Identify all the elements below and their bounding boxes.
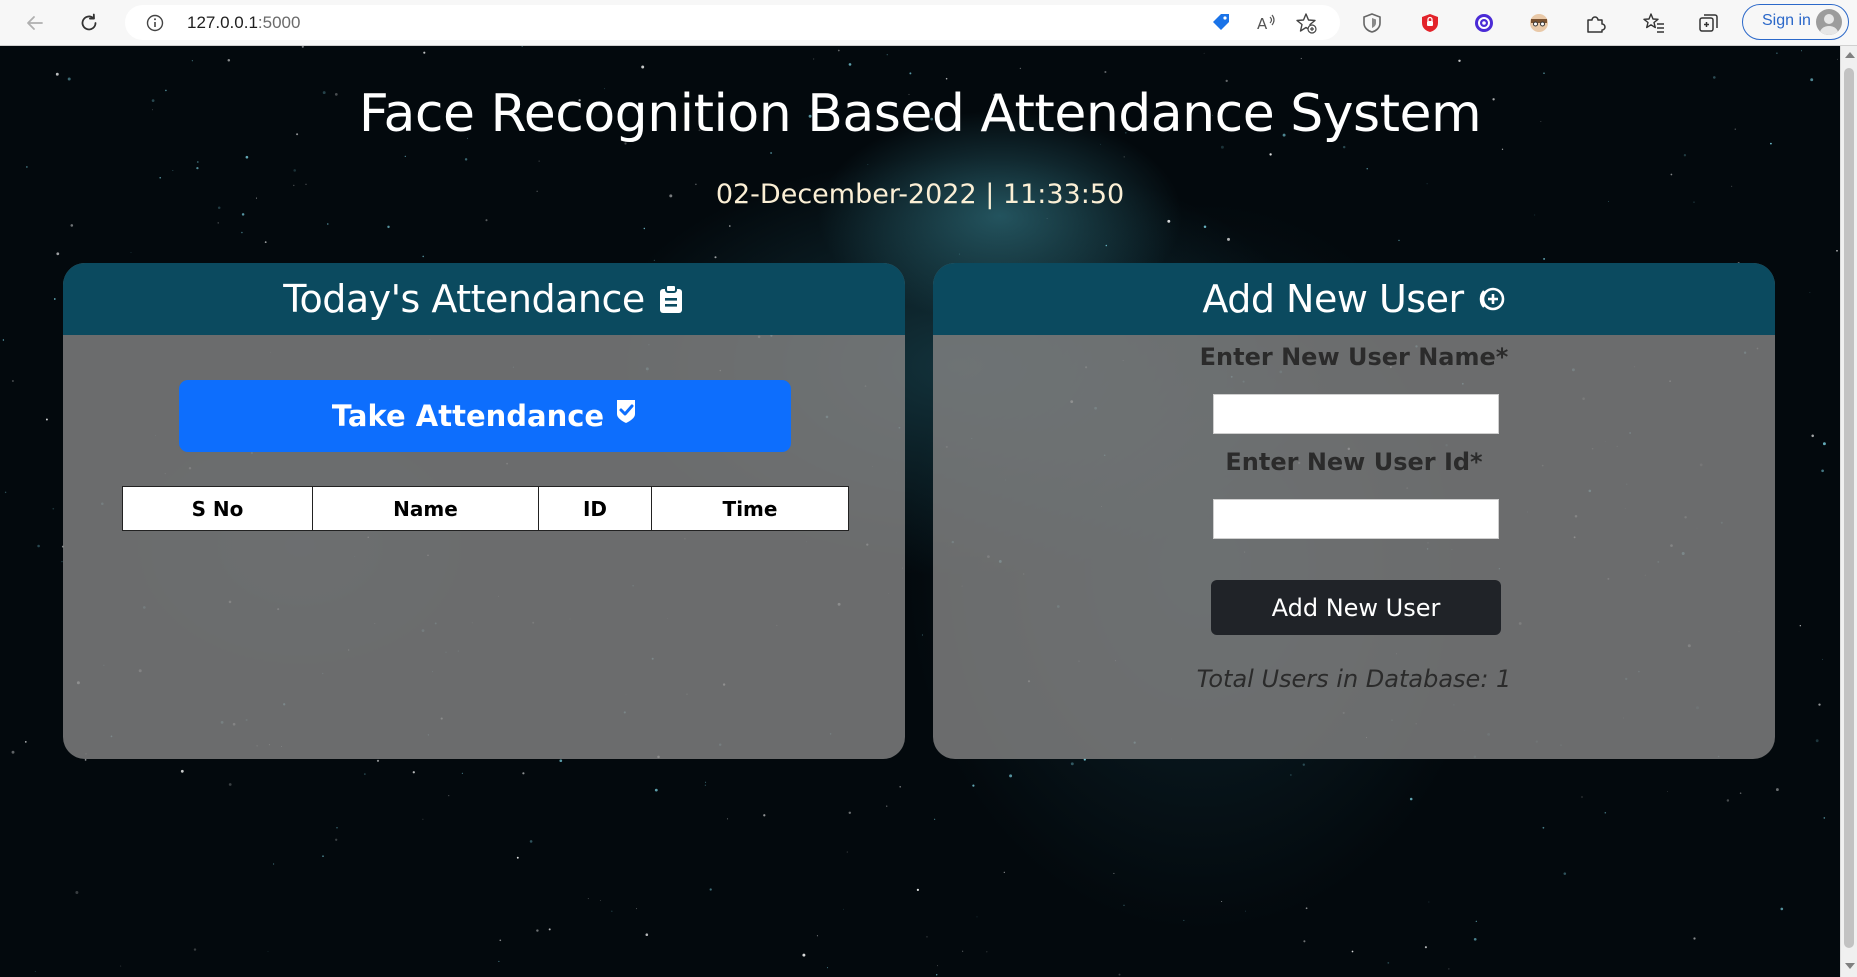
total-users-text: Total Users in Database: 1	[1196, 665, 1512, 693]
url-text[interactable]: 127.0.0.1:5000	[187, 13, 300, 33]
info-icon[interactable]	[146, 14, 164, 32]
check-badge-icon	[617, 400, 636, 423]
scroll-up-arrow-icon[interactable]	[1845, 52, 1855, 58]
user-id-input[interactable]	[1213, 499, 1499, 539]
extensions-icon[interactable]	[1583, 11, 1607, 35]
browser-toolbar: 127.0.0.1:5000 A Sign in	[0, 0, 1857, 46]
page-title: Face Recognition Based Attendance System	[358, 84, 1482, 144]
column-header-sno: S No	[122, 486, 313, 531]
column-header-id: ID	[538, 486, 652, 531]
take-attendance-button[interactable]: Take Attendance	[179, 380, 791, 452]
face-extension-icon[interactable]	[1527, 11, 1551, 35]
clipboard-icon	[659, 284, 682, 313]
favorites-icon[interactable]	[1642, 11, 1666, 35]
sign-in-button[interactable]: Sign in	[1742, 4, 1849, 40]
url-port: :5000	[257, 13, 301, 32]
plus-circle-icon	[1479, 287, 1504, 311]
arrow-left-icon	[27, 16, 43, 30]
attendance-table: S No Name ID Time	[122, 486, 849, 531]
collections-icon[interactable]	[1697, 11, 1721, 35]
vertical-scrollbar[interactable]	[1840, 46, 1857, 977]
reload-button[interactable]	[74, 8, 104, 38]
add-user-card: Add New User Enter New User Name* Enter …	[933, 263, 1775, 759]
column-header-time: Time	[651, 486, 849, 531]
user-name-label: Enter New User Name*	[1199, 343, 1509, 371]
table-header-row: S No Name ID Time	[122, 486, 849, 531]
user-name-input[interactable]	[1213, 394, 1499, 434]
reload-icon	[81, 13, 97, 31]
add-user-card-title: Add New User	[1202, 277, 1464, 321]
attendance-card-title: Today's Attendance	[283, 277, 645, 321]
scroll-thumb[interactable]	[1844, 68, 1854, 948]
column-header-name: Name	[312, 486, 539, 531]
shield-extension-icon[interactable]	[1360, 11, 1384, 35]
sign-in-label: Sign in	[1762, 12, 1811, 29]
add-user-card-header: Add New User	[933, 263, 1775, 335]
back-button[interactable]	[20, 8, 50, 38]
page-background: Face Recognition Based Attendance System…	[0, 46, 1840, 977]
favorite-add-icon[interactable]	[1295, 12, 1317, 34]
take-attendance-label: Take Attendance	[331, 399, 605, 433]
attendance-card-header: Today's Attendance	[63, 263, 905, 335]
tag-icon[interactable]	[1210, 12, 1232, 34]
attendance-card: Today's Attendance Take Attendance S No …	[63, 263, 905, 759]
add-new-user-button[interactable]: Add New User	[1211, 580, 1501, 635]
scroll-down-arrow-icon[interactable]	[1845, 963, 1855, 969]
svg-text:A: A	[1257, 15, 1268, 33]
adblock-extension-icon[interactable]	[1418, 11, 1442, 35]
avatar	[1816, 9, 1842, 35]
chat-extension-icon[interactable]	[1472, 11, 1496, 35]
read-aloud-icon[interactable]: A	[1255, 12, 1277, 34]
user-id-label: Enter New User Id*	[1225, 448, 1483, 476]
url-host: 127.0.0.1	[187, 13, 258, 32]
current-datetime: 02-December-2022 | 11:33:50	[715, 179, 1125, 210]
address-bar[interactable]: 127.0.0.1:5000 A	[125, 5, 1340, 40]
